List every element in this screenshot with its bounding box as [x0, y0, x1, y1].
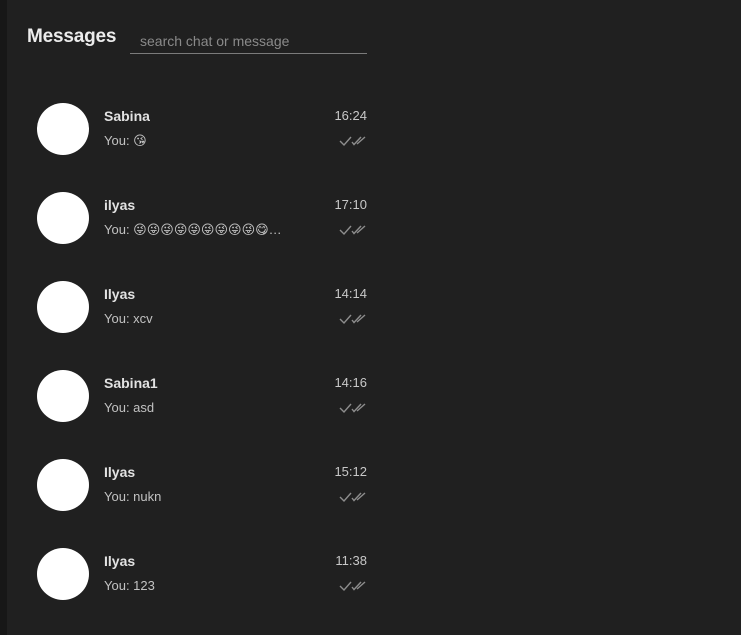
chat-time: 16:24	[334, 108, 367, 123]
chat-time: 15:12	[334, 464, 367, 479]
double-check-icon	[339, 313, 367, 325]
chat-time: 17:10	[334, 197, 367, 212]
chat-item[interactable]: Sabina 16:24 You: 😘	[7, 83, 367, 172]
double-check-icon	[339, 402, 367, 414]
chat-time: 11:38	[335, 553, 367, 568]
chat-last-message: You: 123	[104, 578, 155, 593]
chat-last-message: You: 😘	[104, 133, 147, 148]
search-input[interactable]	[130, 28, 367, 54]
chat-name: Ilyas	[104, 553, 136, 569]
chat-item[interactable]: Ilyas 15:12 You: nukn	[7, 439, 367, 528]
chat-time: 14:16	[334, 375, 367, 390]
double-check-icon	[339, 135, 367, 147]
chat-last-message: You: xcv	[104, 311, 153, 326]
chat-item[interactable]: Ilyas 11:38 You: 123	[7, 528, 367, 617]
chat-last-message: You: nukn	[104, 489, 162, 504]
chat-name: Ilyas	[104, 464, 136, 480]
double-check-icon	[339, 580, 367, 592]
chat-name: ilyas	[104, 197, 136, 213]
chat-item[interactable]: ilyas 17:10 You: 😜😜😜😜😜😜😜😜😜😋…	[7, 172, 367, 261]
avatar[interactable]	[37, 370, 89, 422]
chat-item[interactable]: Sabina1 14:16 You: asd	[7, 350, 367, 439]
chat-name: Sabina	[104, 108, 150, 124]
double-check-icon	[339, 491, 367, 503]
avatar[interactable]	[37, 281, 89, 333]
chat-name: Ilyas	[104, 286, 136, 302]
chat-list: Sabina 16:24 You: 😘 ilyas 17:10 You: 😜😜😜…	[7, 83, 387, 617]
chat-name: Sabina1	[104, 375, 158, 391]
chat-last-message: You: 😜😜😜😜😜😜😜😜😜😋…	[104, 222, 282, 237]
chat-last-message: You: asd	[104, 400, 155, 415]
avatar[interactable]	[37, 192, 89, 244]
avatar[interactable]	[37, 103, 89, 155]
double-check-icon	[339, 224, 367, 236]
app-window: Messages Sabina 16:24 You: 😘 ilyas 17:10…	[0, 0, 741, 635]
avatar[interactable]	[37, 548, 89, 600]
chat-item[interactable]: Ilyas 14:14 You: xcv	[7, 261, 367, 350]
avatar[interactable]	[37, 459, 89, 511]
messages-panel: Messages Sabina 16:24 You: 😘 ilyas 17:10…	[7, 0, 741, 635]
page-title: Messages	[27, 26, 117, 47]
chat-time: 14:14	[334, 286, 367, 301]
messages-header: Messages	[27, 26, 387, 56]
